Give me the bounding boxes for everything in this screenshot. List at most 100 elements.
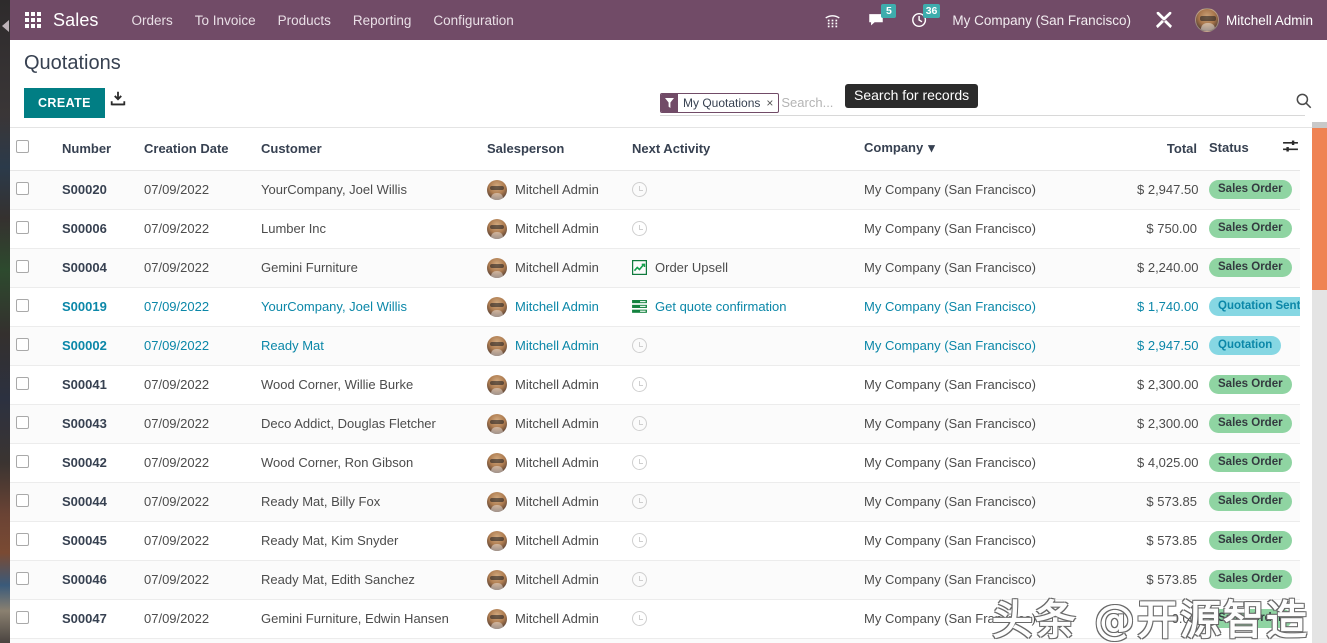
row-checkbox[interactable]	[16, 376, 29, 390]
vertical-scrollbar-track[interactable]	[1312, 128, 1327, 643]
table-row[interactable]: S00004 07/09/2022 Gemini Furniture Mitchell…	[10, 248, 1300, 288]
row-select-cell[interactable]	[10, 287, 56, 327]
table-row[interactable]: S00047 07/09/2022 Gemini Furniture, Edwin …	[10, 599, 1300, 639]
nav-menu-products[interactable]: Products	[267, 2, 342, 39]
search-icon[interactable]	[1295, 92, 1313, 115]
cell-salesperson: Mitchell Admin	[481, 209, 626, 249]
row-checkbox[interactable]	[16, 571, 29, 585]
table-row[interactable]: S00044 07/09/2022 Ready Mat, Billy Fox Mitc…	[10, 482, 1300, 522]
table-row[interactable]: S00042 07/09/2022 Wood Corner, Ron Gibson M…	[10, 443, 1300, 483]
tools-icon[interactable]	[1141, 10, 1187, 30]
row-checkbox[interactable]	[16, 298, 29, 312]
table-row[interactable]: S0004807/09/2022Gemini Furniture, Oscar …	[10, 638, 1300, 643]
cell-next-activity[interactable]	[626, 482, 858, 522]
cell-next-activity[interactable]	[626, 638, 858, 643]
cell-next-activity[interactable]	[626, 404, 858, 444]
create-button[interactable]: CREATE	[24, 88, 105, 118]
user-menu[interactable]: Mitchell Admin	[1226, 13, 1313, 28]
row-select-cell[interactable]	[10, 443, 56, 483]
nav-menu-configuration[interactable]: Configuration	[422, 2, 524, 39]
company-switcher[interactable]: My Company (San Francisco)	[942, 13, 1141, 28]
row-select-cell[interactable]	[10, 209, 56, 249]
row-select-cell[interactable]	[10, 638, 56, 643]
search-facet-remove-icon[interactable]: ×	[764, 94, 778, 112]
collapse-arrow-icon[interactable]	[2, 20, 9, 32]
vertical-scrollbar-thumb[interactable]	[1312, 128, 1327, 290]
column-header-creation-date[interactable]: Creation Date	[138, 128, 255, 171]
table-row[interactable]: S00019 07/09/2022 YourCompany, Joel Willis…	[10, 287, 1300, 327]
cell-next-activity[interactable]: Get quote confirmation	[626, 287, 858, 327]
cell-next-activity[interactable]	[626, 365, 858, 405]
column-header-next-activity[interactable]: Next Activity	[626, 128, 858, 171]
row-select-cell[interactable]	[10, 599, 56, 639]
cell-next-activity[interactable]	[626, 521, 858, 561]
cell-number[interactable]: S00006	[56, 209, 138, 249]
column-header-total[interactable]: Total	[1131, 128, 1203, 171]
cell-number[interactable]: S00002	[56, 326, 138, 366]
column-header-company[interactable]: Company ▾	[858, 128, 1131, 171]
row-select-cell[interactable]	[10, 482, 56, 522]
cell-number[interactable]: S00020	[56, 170, 138, 210]
search-facet-my-quotations[interactable]: My Quotations ×	[660, 92, 780, 113]
cell-creation-date: 07/09/2022	[138, 209, 255, 249]
row-checkbox[interactable]	[16, 337, 29, 351]
nav-menu-orders[interactable]: Orders	[121, 2, 184, 39]
apps-grid-icon[interactable]	[25, 12, 41, 28]
cell-number[interactable]: S00044	[56, 482, 138, 522]
row-checkbox[interactable]	[16, 493, 29, 507]
app-brand-sales[interactable]: Sales	[53, 10, 99, 31]
row-select-cell[interactable]	[10, 560, 56, 600]
cell-number[interactable]: S00042	[56, 443, 138, 483]
cell-number[interactable]: S00047	[56, 599, 138, 639]
nav-menu-to-invoice[interactable]: To Invoice	[184, 2, 267, 39]
row-checkbox[interactable]	[16, 532, 29, 546]
cell-next-activity[interactable]	[626, 170, 858, 210]
cell-salesperson: Mitchell Admin	[481, 560, 626, 600]
table-row[interactable]: S00046 07/09/2022 Ready Mat, Edith Sanchez…	[10, 560, 1300, 600]
cell-next-activity[interactable]	[626, 209, 858, 249]
phone-dialpad-icon[interactable]	[811, 12, 854, 29]
row-select-cell[interactable]	[10, 365, 56, 405]
row-checkbox[interactable]	[16, 610, 29, 624]
activities-menu[interactable]: 36	[898, 4, 942, 29]
table-row[interactable]: S00043 07/09/2022 Deco Addict, Douglas Fle…	[10, 404, 1300, 444]
nav-menu-reporting[interactable]: Reporting	[342, 2, 423, 39]
row-select-cell[interactable]	[10, 404, 56, 444]
cell-number[interactable]: S00043	[56, 404, 138, 444]
cell-number[interactable]: S00004	[56, 248, 138, 288]
cell-next-activity[interactable]	[626, 560, 858, 600]
cell-next-activity[interactable]	[626, 443, 858, 483]
column-header-salesperson[interactable]: Salesperson	[481, 128, 626, 171]
column-header-status[interactable]: Status	[1203, 128, 1300, 171]
table-row[interactable]: S00041 07/09/2022 Wood Corner, Willie Burk…	[10, 365, 1300, 405]
row-checkbox[interactable]	[16, 220, 29, 234]
column-header-number[interactable]: Number	[56, 128, 138, 171]
cell-number[interactable]: S00041	[56, 365, 138, 405]
cell-next-activity[interactable]: Order Upsell	[626, 248, 858, 288]
cell-next-activity[interactable]	[626, 326, 858, 366]
avatar[interactable]	[1194, 8, 1219, 32]
cell-customer: Gemini Furniture, Edwin Hansen	[255, 599, 481, 639]
table-row[interactable]: S00020 07/09/2022 YourCompany, Joel Willis…	[10, 170, 1300, 210]
row-checkbox[interactable]	[16, 181, 29, 195]
cell-number[interactable]: S00046	[56, 560, 138, 600]
column-settings-icon[interactable]	[1283, 140, 1298, 156]
row-checkbox[interactable]	[16, 259, 29, 273]
row-select-cell[interactable]	[10, 521, 56, 561]
column-header-customer[interactable]: Customer	[255, 128, 481, 171]
row-select-cell[interactable]	[10, 248, 56, 288]
cell-number[interactable]: S00048	[56, 638, 138, 643]
row-checkbox[interactable]	[16, 415, 29, 429]
table-row[interactable]: S00002 07/09/2022 Ready Mat Mitchell Admin M…	[10, 326, 1300, 366]
cell-next-activity[interactable]	[626, 599, 858, 639]
cell-number[interactable]: S00045	[56, 521, 138, 561]
table-row[interactable]: S00045 07/09/2022 Ready Mat, Kim Snyder Mit…	[10, 521, 1300, 561]
messages-menu[interactable]: 5	[854, 4, 898, 29]
row-select-cell[interactable]	[10, 170, 56, 210]
import-download-icon[interactable]	[109, 90, 127, 113]
row-select-cell[interactable]	[10, 326, 56, 366]
select-all-checkbox[interactable]	[16, 140, 29, 154]
cell-number[interactable]: S00019	[56, 287, 138, 327]
table-row[interactable]: S00006 07/09/2022 Lumber Inc Mitchell Admin…	[10, 209, 1300, 249]
row-checkbox[interactable]	[16, 454, 29, 468]
